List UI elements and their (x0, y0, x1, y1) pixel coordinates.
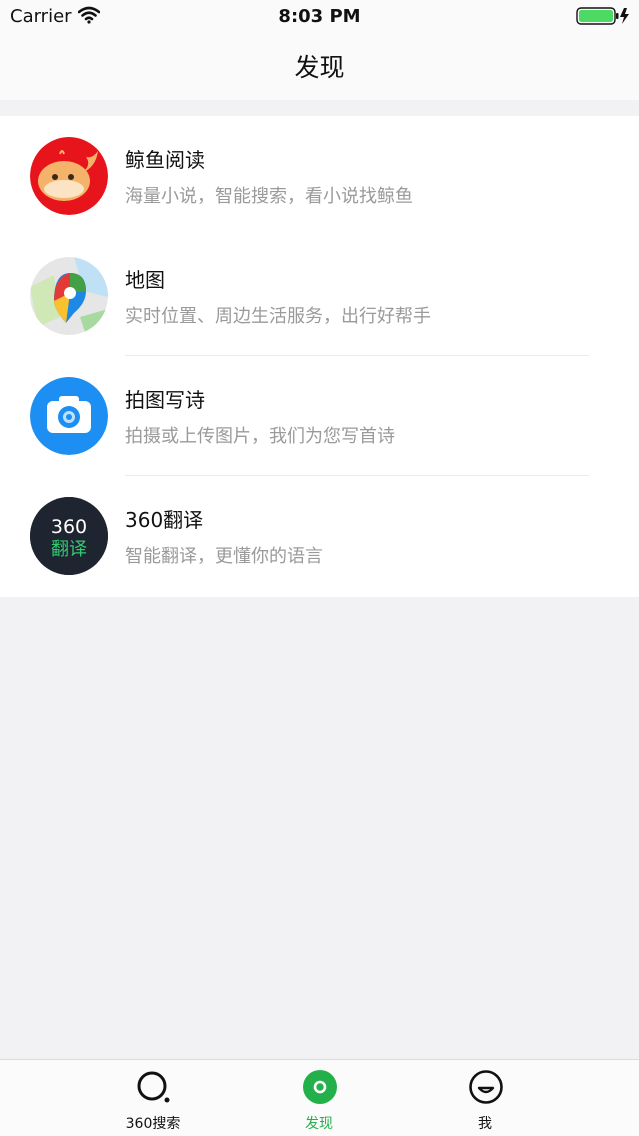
search-tab-icon (137, 1071, 170, 1103)
translate-icon-bottom-text: 翻译 (51, 539, 87, 560)
list-item-map[interactable]: 地图 实时位置、周边生活服务，出行好帮手 (0, 236, 639, 356)
status-time: 8:03 PM (278, 6, 361, 27)
whale-reading-icon (30, 137, 108, 215)
profile-tab-icon (469, 1070, 503, 1104)
list-item-whale-reading[interactable]: 鲸鱼阅读 海量小说，智能搜索，看小说找鲸鱼 (0, 116, 639, 236)
tab-label: 我 (478, 1116, 492, 1132)
item-title: 鲸鱼阅读 (125, 148, 205, 172)
page-title: 发现 (294, 53, 345, 82)
tab-360-search[interactable]: 360搜索 (93, 1060, 213, 1136)
nav-bar: 发现 (0, 34, 639, 100)
translate-icon-top-text: 360 (51, 516, 87, 538)
item-title: 拍图写诗 (125, 388, 205, 412)
item-title: 地图 (125, 268, 165, 292)
battery-icon (576, 7, 629, 25)
item-description: 拍摄或上传图片，我们为您写首诗 (125, 426, 395, 447)
discover-tab-icon (303, 1070, 337, 1104)
tab-bar: 360搜索 发现 我 (0, 1059, 639, 1136)
item-description: 海量小说，智能搜索，看小说找鲸鱼 (125, 186, 413, 207)
item-description: 智能翻译，更懂你的语言 (125, 546, 323, 567)
status-bar: Carrier 8:03 PM (0, 0, 639, 34)
list-item-translate[interactable]: 360 翻译 360翻译 智能翻译，更懂你的语言 (0, 476, 639, 596)
tab-me[interactable]: 我 (425, 1060, 545, 1136)
list-item-photo-poem[interactable]: 拍图写诗 拍摄或上传图片，我们为您写首诗 (0, 356, 639, 476)
map-icon (30, 257, 108, 335)
item-title: 360翻译 (125, 508, 204, 532)
translate-icon: 360 翻译 (30, 497, 108, 575)
tab-label: 发现 (305, 1116, 333, 1132)
tab-discover[interactable]: 发现 (259, 1060, 379, 1136)
discover-list: 鲸鱼阅读 海量小说，智能搜索，看小说找鲸鱼 地图 实时位置、周边生活服务，出行好… (0, 116, 639, 597)
camera-icon (30, 377, 108, 455)
item-description: 实时位置、周边生活服务，出行好帮手 (125, 306, 431, 327)
tab-label: 360搜索 (125, 1116, 181, 1132)
